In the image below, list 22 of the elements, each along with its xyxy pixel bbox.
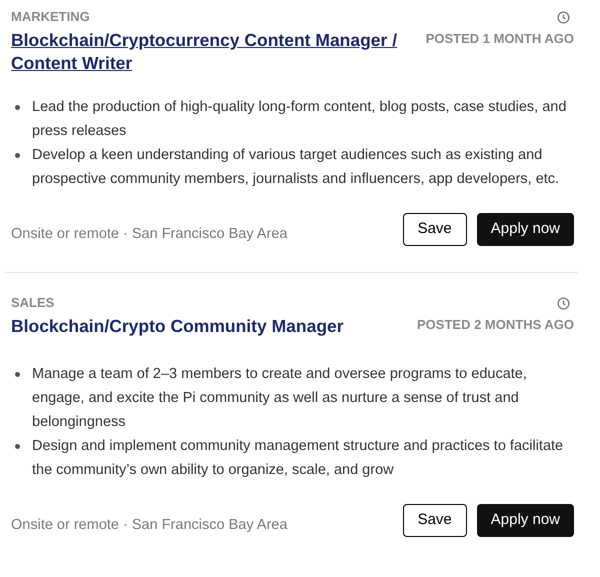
bullet-icon: [15, 105, 20, 110]
clock-icon: [557, 297, 570, 310]
job-category: SALES: [11, 295, 54, 311]
posted-date: POSTED 1 MONTH AGO: [426, 30, 574, 48]
bullet-icon: [15, 153, 20, 158]
bullet-text: Lead the production of high-quality long-form content, blog posts, case studies, and press releases: [32, 98, 568, 141]
job-location: Onsite or remote · San Francisco Bay Area: [11, 516, 288, 535]
save-button[interactable]: Save: [402, 213, 467, 246]
apply-button[interactable]: Apply now: [476, 213, 574, 246]
posted-date: POSTED 2 MONTHS AGO: [417, 316, 574, 334]
job-location: Onsite or remote · San Francisco Bay Area: [11, 224, 288, 244]
job-title-link[interactable]: Blockchain/Crypto Community Manager: [11, 315, 406, 338]
bullet-text: Develop a keen understanding of various target audiences such as existing and prospective community members, journalists and influencers, app developers, etc.: [32, 146, 560, 189]
job-title-link[interactable]: Blockchain/Cryptocurrency Content Manager / Content Writer: [11, 29, 406, 75]
job-category: MARKETING: [11, 9, 90, 25]
bullet-icon: [15, 372, 20, 377]
save-button[interactable]: Save: [402, 504, 467, 537]
clock-icon: [557, 11, 570, 24]
apply-button[interactable]: Apply now: [476, 504, 574, 537]
bullet-text: Manage a team of 2–3 members to create and oversee programs to educate, engage, and excite the Pi community as well as nurture a sense of trust and belongingness: [32, 365, 528, 432]
bullet-text: Design and implement community management structure and practices to facilitate the community’s own ability to organize, scale, and grow: [32, 437, 564, 480]
bullet-icon: [15, 444, 20, 449]
